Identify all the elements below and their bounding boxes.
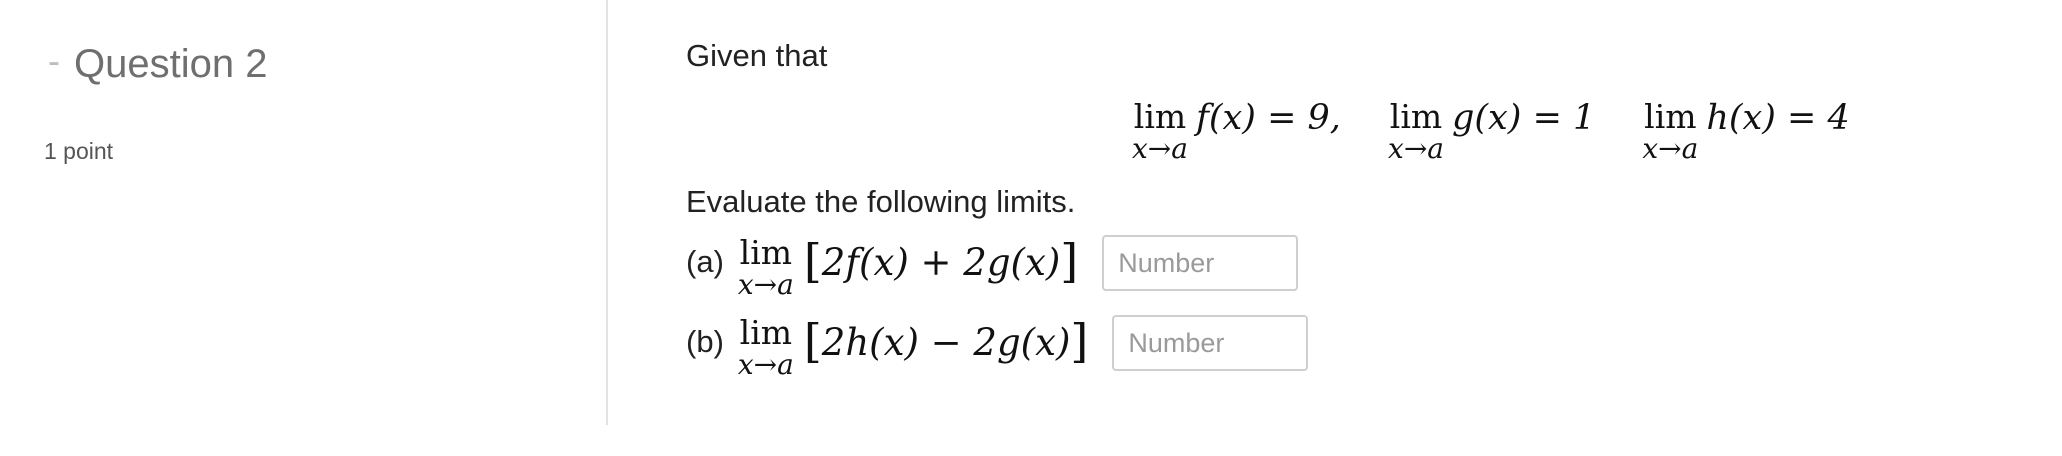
lim-operator: lim x→a — [1132, 100, 1188, 163]
expression-text: 2h(x) − 2g(x) — [821, 321, 1071, 364]
question-title-text: Question 2 — [74, 42, 268, 86]
lim-operator: lim x→a — [1388, 100, 1444, 163]
answer-input-b[interactable] — [1112, 315, 1309, 371]
given-expression: g(x) = 1 — [1451, 98, 1596, 138]
lim-subscript: x→a — [1388, 132, 1444, 165]
lim-word: lim — [739, 313, 793, 352]
lim-word: lim — [1644, 97, 1697, 136]
intro-text: Given that — [686, 38, 828, 73]
question-title: - Question 2 — [48, 40, 267, 87]
given-limit-h: lim x→a h(x) = 4 — [1642, 98, 1850, 163]
lim-subscript: x→a — [737, 268, 794, 301]
right-bracket: ] — [1060, 234, 1079, 288]
expression-text: 2f(x) + 2g(x) — [821, 241, 1061, 284]
part-a: (a) lim x→a [2f(x) + 2g(x)] — [686, 234, 1299, 299]
right-bracket: ] — [1070, 314, 1089, 368]
limit-expression: [2f(x) + 2g(x)] — [803, 232, 1079, 288]
lim-operator: lim x→a — [738, 236, 794, 299]
part-b: (b) lim x→a [2h(x) − 2g(x)] — [686, 314, 1309, 379]
part-label: (a) — [686, 244, 724, 279]
collapse-dash-icon[interactable]: - — [48, 40, 60, 81]
given-limits: lim x→a f(x) = 9, lim x→a g(x) = 1 lim x… — [1132, 98, 1892, 163]
question-sidebar: - Question 2 1 point — [0, 0, 608, 425]
limit-expression: [2h(x) − 2g(x)] — [803, 312, 1089, 368]
left-bracket: [ — [803, 234, 822, 288]
lim-word: lim — [1389, 97, 1443, 136]
question-points: 1 point — [44, 138, 114, 164]
given-expression: h(x) = 4 — [1706, 98, 1850, 138]
question-body: Given that lim x→a f(x) = 9, lim x→a g(x… — [686, 0, 2062, 456]
lim-operator: lim x→a — [1642, 100, 1698, 163]
given-expression: f(x) = 9, — [1195, 98, 1341, 138]
answer-input-a[interactable] — [1102, 235, 1299, 291]
given-limit-g: lim x→a g(x) = 1 — [1388, 98, 1596, 163]
lim-word: lim — [1133, 97, 1187, 136]
lim-operator: lim x→a — [738, 316, 794, 379]
lim-word: lim — [739, 233, 793, 272]
given-limit-f: lim x→a f(x) = 9, — [1132, 98, 1341, 163]
left-bracket: [ — [803, 314, 822, 368]
lim-subscript: x→a — [1132, 132, 1188, 165]
lim-subscript: x→a — [737, 348, 794, 381]
part-label: (b) — [686, 324, 724, 359]
instruction-text: Evaluate the following limits. — [686, 184, 1076, 219]
lim-subscript: x→a — [1642, 132, 1699, 165]
